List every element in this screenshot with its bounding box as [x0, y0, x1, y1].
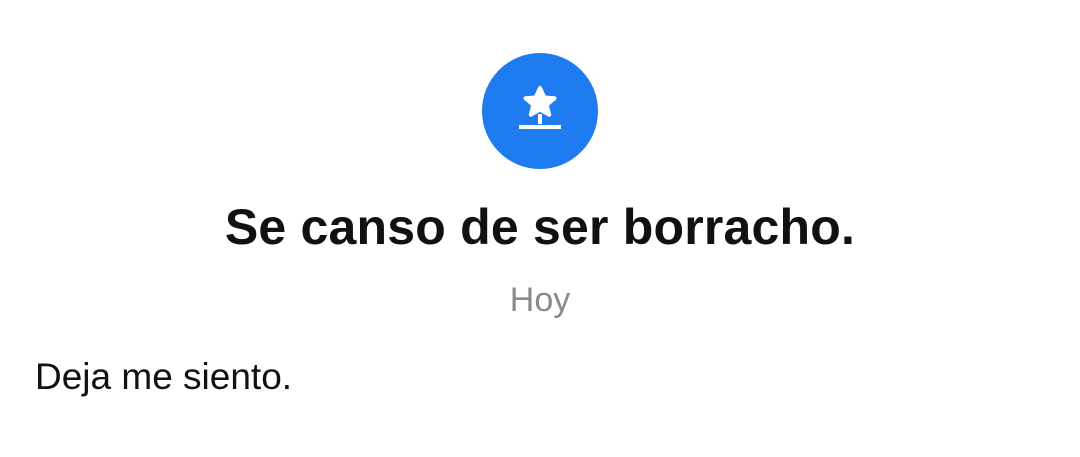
event-message: Deja me siento. — [35, 356, 293, 397]
pinned-star-icon — [482, 53, 598, 169]
event-date: Hoy — [509, 281, 571, 319]
event-detail-screen: Se canso de ser borracho. Hoy Deja me si… — [0, 0, 1080, 457]
event-title: Se canso de ser borracho. — [224, 199, 856, 255]
